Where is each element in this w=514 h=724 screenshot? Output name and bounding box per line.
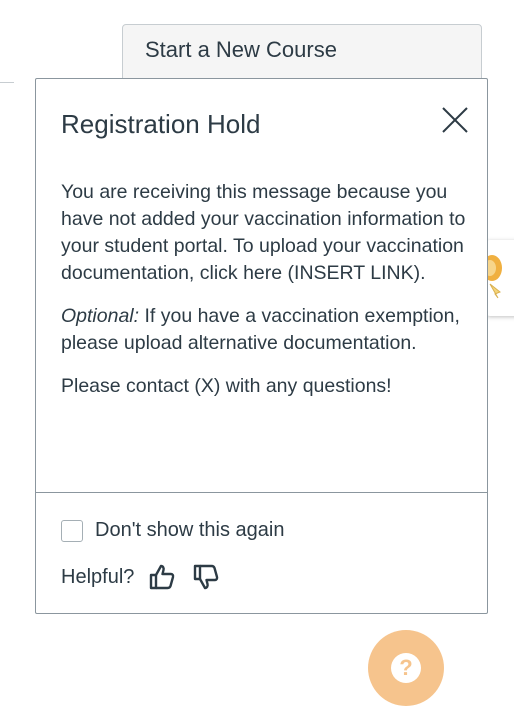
page: Start a New Course Registration Hold You… [0, 0, 514, 724]
question-mark-icon: ? [391, 653, 421, 683]
dont-show-checkbox[interactable] [61, 519, 83, 542]
contact-paragraph: Please contact (X) with any questions! [61, 375, 392, 397]
side-widget[interactable] [486, 240, 514, 316]
dialog-title: Registration Hold [61, 109, 261, 139]
helpful-label: Helpful? [61, 565, 135, 588]
dialog-body: You are receiving this message because y… [61, 179, 471, 416]
thumbs-up-icon [150, 564, 175, 590]
divider [0, 82, 14, 83]
thumbs-down-icon [194, 564, 219, 590]
dont-show-again-option[interactable]: Don't show this again [61, 519, 284, 542]
optional-label: Optional: [61, 305, 140, 327]
start-new-course-button[interactable]: Start a New Course [122, 24, 482, 84]
dialog-divider [36, 492, 487, 493]
dont-show-label: Don't show this again [95, 519, 285, 541]
close-icon [442, 107, 468, 133]
thumbs-down-button[interactable] [192, 563, 220, 591]
thumbs-up-button[interactable] [148, 563, 176, 591]
trophy-icon [486, 255, 502, 299]
registration-hold-dialog: Registration Hold You are receiving this… [35, 78, 488, 614]
message-paragraph: You are receiving this message because y… [61, 181, 466, 284]
help-button[interactable]: ? [368, 630, 444, 706]
close-button[interactable] [436, 101, 474, 139]
optional-paragraph: Optional: If you have a vaccination exem… [61, 303, 471, 357]
helpful-feedback: Helpful? [61, 563, 220, 591]
